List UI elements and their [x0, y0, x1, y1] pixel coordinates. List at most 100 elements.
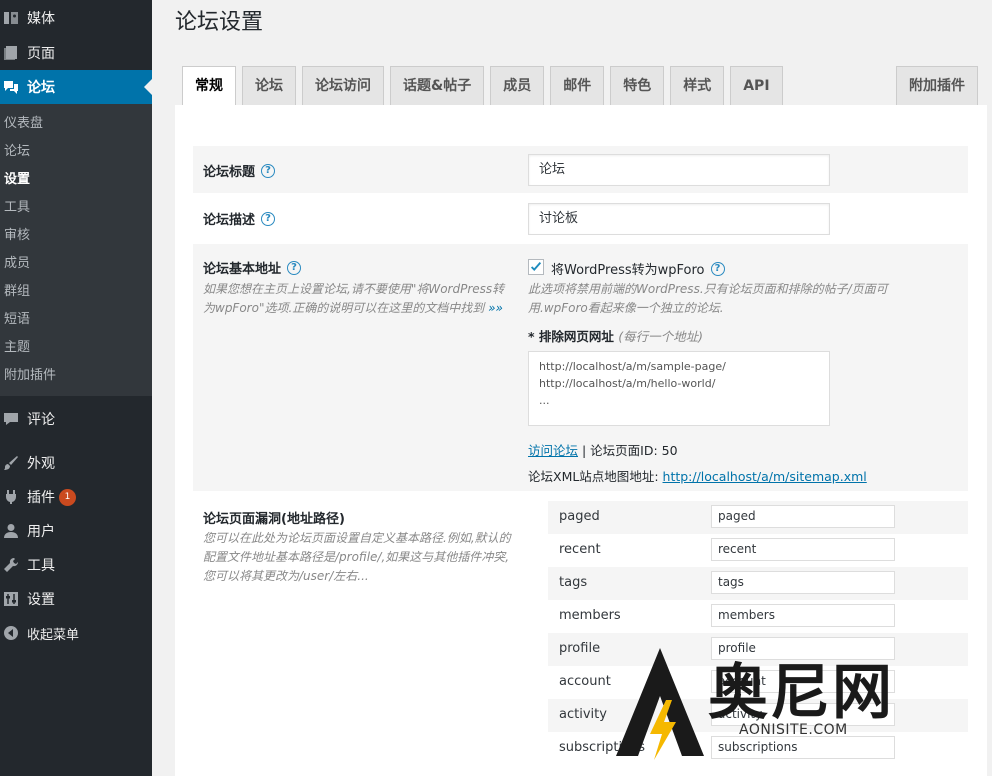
forum-description-label: 论坛描述 [203, 213, 256, 228]
forum-base-url-row: 论坛基本地址 ? 如果您想在主页上设置论坛,请不要使用"将WordPress转为… [193, 244, 968, 491]
tab-emails[interactable]: 邮件 [550, 66, 605, 105]
slug-key: tags [559, 575, 588, 590]
exclude-urls-hint: (每行一个地址) [618, 329, 704, 344]
forum-description-row: 论坛描述 ? 讨论板 [193, 195, 968, 243]
slug-input[interactable]: members [711, 604, 895, 627]
exclude-urls-textarea[interactable]: http://localhost/a/m/sample-page/ http:/… [528, 351, 830, 426]
submenu-addons[interactable]: 附加插件 [0, 362, 152, 390]
menu-collapse-label: 收起菜单 [27, 627, 80, 643]
submenu-groups[interactable]: 群组 [0, 278, 152, 306]
menu-tools[interactable]: 工具 [0, 548, 152, 582]
menu-settings-label: 设置 [27, 592, 55, 608]
submenu-phrases[interactable]: 短语 [0, 306, 152, 334]
plugin-update-badge: 1 [59, 488, 76, 506]
tab-general[interactable]: 常规 [182, 66, 236, 106]
slug-key: members [559, 608, 621, 623]
menu-media[interactable]: 媒体 [0, 0, 152, 36]
forum-slugs-label: 论坛页面漏洞(地址路径) [203, 512, 345, 527]
page-icon [3, 45, 19, 61]
menu-comments[interactable]: 评论 [0, 402, 152, 436]
turn-wp-to-wpforo-label: 将WordPress转为wpForo [551, 263, 705, 278]
plugin-icon [3, 489, 19, 505]
menu-plugins-label: 插件 [27, 490, 55, 506]
forum-base-url-description: 如果您想在主页上设置论坛,请不要使用"将WordPress转为wpForo"选项… [203, 282, 505, 315]
tab-topics-posts[interactable]: 话题&帖子 [390, 66, 485, 105]
slug-row: paged paged [548, 501, 968, 534]
submenu-members[interactable]: 成员 [0, 250, 152, 278]
docs-link[interactable]: »» [488, 301, 503, 315]
tools-icon [3, 557, 19, 573]
slug-input[interactable]: tags [711, 571, 895, 594]
submenu-settings[interactable]: 设置 [0, 166, 152, 194]
settings-icon [3, 591, 19, 607]
media-icon [3, 10, 19, 26]
submenu-forums[interactable]: 论坛 [0, 138, 152, 166]
help-icon[interactable]: ? [287, 260, 302, 275]
menu-forum[interactable]: 论坛 [0, 70, 152, 104]
menu-appearance[interactable]: 外观 [0, 446, 152, 480]
slug-row: members members [548, 600, 968, 633]
menu-media-label: 媒体 [27, 11, 55, 27]
menu-forum-label: 论坛 [27, 80, 55, 96]
menu-collapse[interactable]: 收起菜单 [0, 616, 152, 650]
slug-key: activity [559, 707, 607, 722]
watermark-title: 奥尼网 [708, 658, 894, 728]
forum-title-row: 论坛标题 ? 论坛 [193, 146, 968, 193]
exclude-urls-label: * 排除网页网址 [528, 329, 614, 344]
tab-forums[interactable]: 论坛 [242, 66, 296, 105]
forum-description-input[interactable]: 讨论板 [528, 203, 830, 235]
menu-appearance-label: 外观 [27, 456, 55, 472]
slug-row: recent recent [548, 534, 968, 567]
watermark-logo-icon [616, 648, 704, 760]
admin-sidebar: 媒体 页面 论坛 仪表盘 论坛 设置 工具 审核 成员 群组 短语 主题 附加插… [0, 0, 152, 776]
tab-api[interactable]: API [730, 66, 783, 105]
slug-key: recent [559, 542, 601, 557]
watermark: 奥尼网 AONISITE.COM [612, 640, 912, 770]
help-icon[interactable]: ? [710, 261, 725, 276]
tab-forum-access[interactable]: 论坛访问 [302, 66, 384, 105]
submenu-tools[interactable]: 工具 [0, 194, 152, 222]
menu-tools-label: 工具 [27, 558, 55, 574]
tab-addons[interactable]: 附加插件 [896, 66, 978, 105]
tab-members[interactable]: 成员 [490, 66, 545, 105]
checkmark-icon [530, 261, 542, 272]
sitemap-label: 论坛XML站点地图地址: [528, 469, 659, 484]
forum-title-label: 论坛标题 [203, 165, 256, 180]
forum-title-input[interactable]: 论坛 [528, 154, 830, 186]
menu-settings[interactable]: 设置 [0, 582, 152, 616]
forum-submenu: 仪表盘 论坛 设置 工具 审核 成员 群组 短语 主题 附加插件 [0, 104, 152, 396]
menu-pages[interactable]: 页面 [0, 36, 152, 70]
submenu-moderation[interactable]: 审核 [0, 222, 152, 250]
slug-input[interactable]: paged [711, 505, 895, 528]
menu-users[interactable]: 用户 [0, 514, 152, 548]
forum-base-url-label: 论坛基本地址 [203, 262, 282, 277]
comment-icon [3, 411, 19, 427]
slug-key: paged [559, 509, 600, 524]
slug-key: profile [559, 641, 601, 656]
menu-plugins[interactable]: 插件 1 [0, 480, 152, 514]
watermark-domain: AONISITE.COM [739, 722, 848, 738]
tab-features[interactable]: 特色 [610, 66, 665, 105]
user-icon [3, 523, 19, 539]
sitemap-link[interactable]: http://localhost/a/m/sitemap.xml [663, 469, 867, 484]
collapse-icon [3, 625, 19, 641]
menu-pages-label: 页面 [27, 46, 55, 62]
page-title: 论坛设置 [175, 10, 264, 35]
help-icon[interactable]: ? [261, 163, 276, 178]
forum-slugs-description: 您可以在此处为论坛页面设置自定义基本路径.例如,默认的配置文件地址基本路径是/p… [203, 531, 511, 583]
help-icon[interactable]: ? [261, 211, 276, 226]
tab-styles[interactable]: 样式 [670, 66, 725, 105]
visit-forum-link[interactable]: 访问论坛 [528, 443, 578, 458]
turn-wp-to-wpforo-checkbox[interactable] [528, 259, 544, 275]
menu-users-label: 用户 [27, 524, 55, 540]
submenu-dashboard[interactable]: 仪表盘 [0, 110, 152, 138]
turn-wp-description: 此选项将禁用前端的WordPress.只有论坛页面和排除的帖子/页面可用.wpF… [528, 282, 888, 315]
slug-row: tags tags [548, 567, 968, 600]
appearance-icon [3, 455, 19, 471]
submenu-themes[interactable]: 主题 [0, 334, 152, 362]
slug-input[interactable]: recent [711, 538, 895, 561]
forum-icon [3, 79, 19, 95]
menu-comments-label: 评论 [27, 412, 55, 428]
slug-key: account [559, 674, 611, 689]
settings-tabs: 常规 论坛 论坛访问 话题&帖子 成员 邮件 特色 样式 API 附加插件 [182, 66, 982, 106]
